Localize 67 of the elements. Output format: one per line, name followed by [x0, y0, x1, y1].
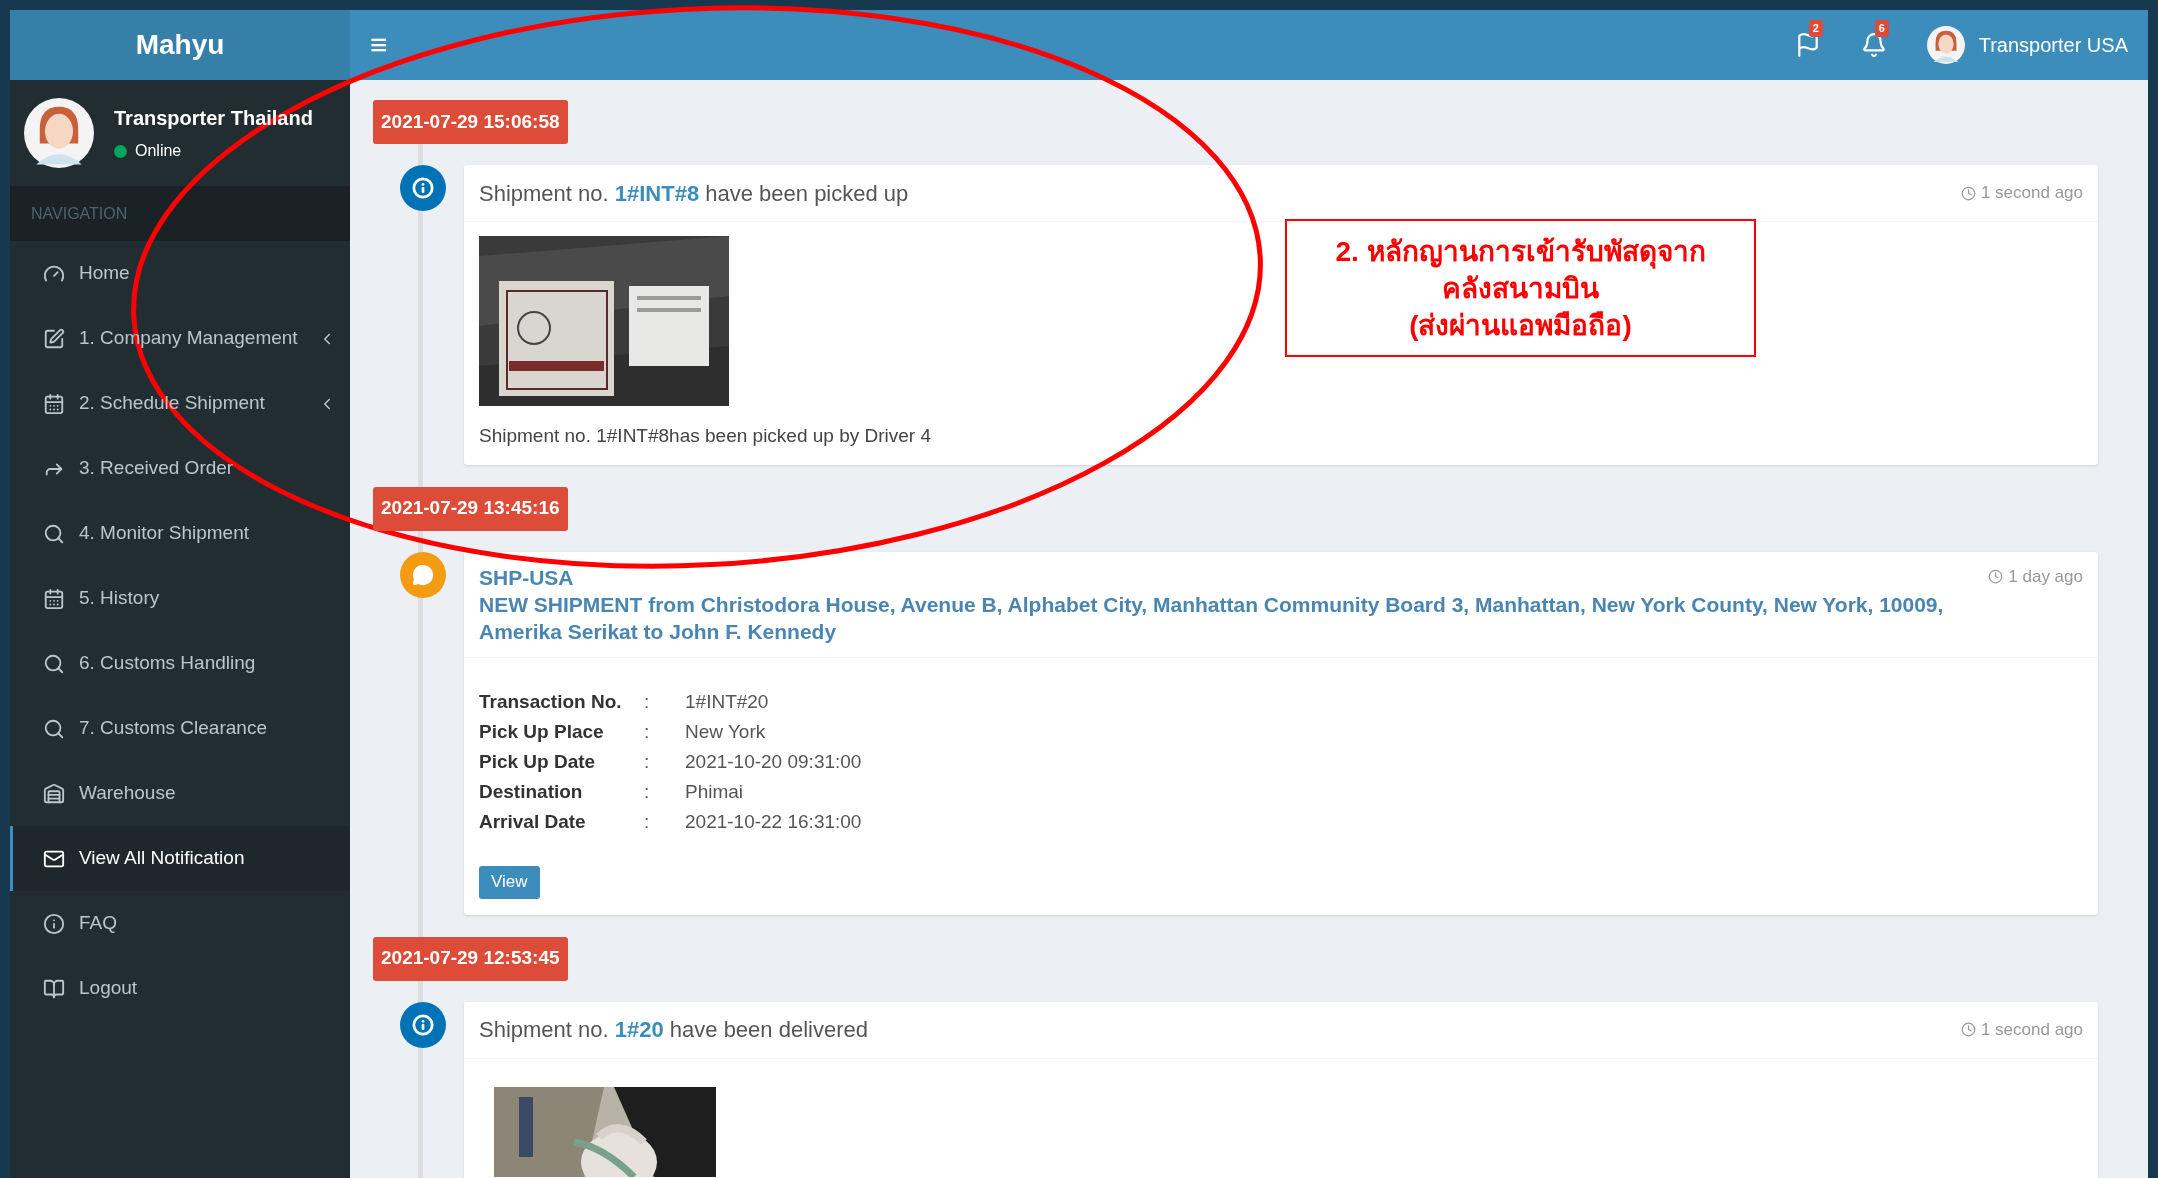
- info-icon: [400, 1001, 446, 1048]
- notification-title: Shipment no. 1#INT#8 have been picked up: [479, 179, 909, 208]
- view-button[interactable]: View: [479, 865, 540, 899]
- notification-caption: Shipment no. 1#INT#8has been picked up by Driver 4: [479, 424, 933, 448]
- brand-logo[interactable]: Mahyu: [135, 24, 225, 66]
- sidebar-item[interactable]: 4. Monitor Shipment: [10, 501, 350, 566]
- clock-icon: [1960, 1022, 1976, 1037]
- shipment-link[interactable]: 1#INT#8: [614, 180, 700, 206]
- user-avatar: [1926, 26, 1965, 64]
- clock-icon: [1988, 568, 2004, 584]
- detail-value: 2021-10-22 16:31:00: [685, 809, 862, 834]
- detail-separator: :: [644, 689, 651, 714]
- sidebar-item[interactable]: Warehouse: [10, 761, 350, 826]
- info-icon: [43, 912, 65, 935]
- time-ago: 1 second ago: [1980, 1018, 2083, 1041]
- sidebar-item[interactable]: FAQ: [10, 891, 350, 956]
- date-label: 2021-07-29 12:53:45: [373, 936, 568, 981]
- notification-title: Shipment no. 1#20 have been delivered: [479, 1016, 868, 1044]
- detail-label: Pick Up Place: [479, 719, 605, 744]
- menu-toggle[interactable]: ≡: [370, 30, 388, 60]
- sidebar-item[interactable]: 7. Customs Clearance: [10, 696, 350, 761]
- warehouse-icon: [43, 782, 65, 805]
- search-icon: [43, 522, 65, 545]
- notification-title[interactable]: SHP-USA: [479, 563, 1969, 591]
- sidebar-item[interactable]: 5. History: [10, 566, 350, 631]
- detail-label: Arrival Date: [479, 809, 587, 834]
- notification-subtitle[interactable]: NEW SHIPMENT from Christodora House, Avenue B, Alphabet City, Manhattan Community Board 3, Manhattan, New York County, New York, 10009, Amerika Serikat to John F. Kennedy: [479, 590, 1969, 645]
- shipment-link[interactable]: 1#20: [614, 1017, 664, 1042]
- sidebar-item[interactable]: View All Notification: [10, 826, 350, 891]
- date-label: 2021-07-29 15:06:58: [373, 100, 568, 144]
- info-icon: [400, 165, 446, 211]
- search-icon: [43, 652, 65, 675]
- user-status: Online: [135, 141, 182, 161]
- bell-icon[interactable]: [1860, 32, 1887, 58]
- sidebar-item[interactable]: 6. Customs Handling: [10, 631, 350, 696]
- detail-separator: :: [644, 719, 651, 744]
- search-icon: [43, 717, 65, 740]
- annotation-text: คลังสนามบิน: [1442, 271, 1599, 306]
- sidebar-item[interactable]: 3. Received Order: [10, 436, 350, 501]
- chat-bubble-icon: [400, 551, 446, 598]
- calendar-icon: [43, 587, 65, 610]
- flag-count: 2: [1808, 20, 1823, 37]
- user-avatar: [24, 98, 94, 168]
- detail-separator: :: [644, 809, 651, 834]
- edit-icon: [43, 327, 65, 350]
- clock-icon: [1960, 185, 1976, 201]
- detail-separator: :: [644, 779, 651, 804]
- nav-header: NAVIGATION: [10, 186, 350, 241]
- detail-label: Pick Up Date: [479, 749, 597, 774]
- detail-value: Phimai: [685, 779, 744, 804]
- date-label: 2021-07-29 13:45:16: [373, 486, 568, 531]
- calendar-icon: [43, 392, 65, 415]
- detail-label: Destination: [479, 779, 584, 804]
- user-menu[interactable]: Transporter USA: [1978, 30, 2128, 60]
- detail-value: New York: [685, 719, 766, 744]
- time-ago: 1 second ago: [1980, 182, 2083, 205]
- annotation-text: 2. หลักญานการเข้ารับพัสดุจาก: [1335, 234, 1706, 270]
- sidebar-item[interactable]: Home: [10, 241, 350, 306]
- book-icon: [43, 977, 65, 1000]
- detail-separator: :: [644, 749, 651, 774]
- detail-label: Transaction No.: [479, 689, 623, 714]
- detail-value: 2021-10-20 09:31:00: [685, 749, 862, 774]
- bell-count: 6: [1874, 20, 1889, 37]
- detail-value: 1#INT#20: [685, 689, 769, 714]
- sidebar-item[interactable]: Logout: [10, 956, 350, 1021]
- time-ago: 1 day ago: [2008, 565, 2083, 588]
- annotation-text: (ส่งผ่านแอพมือถือ): [1409, 308, 1632, 343]
